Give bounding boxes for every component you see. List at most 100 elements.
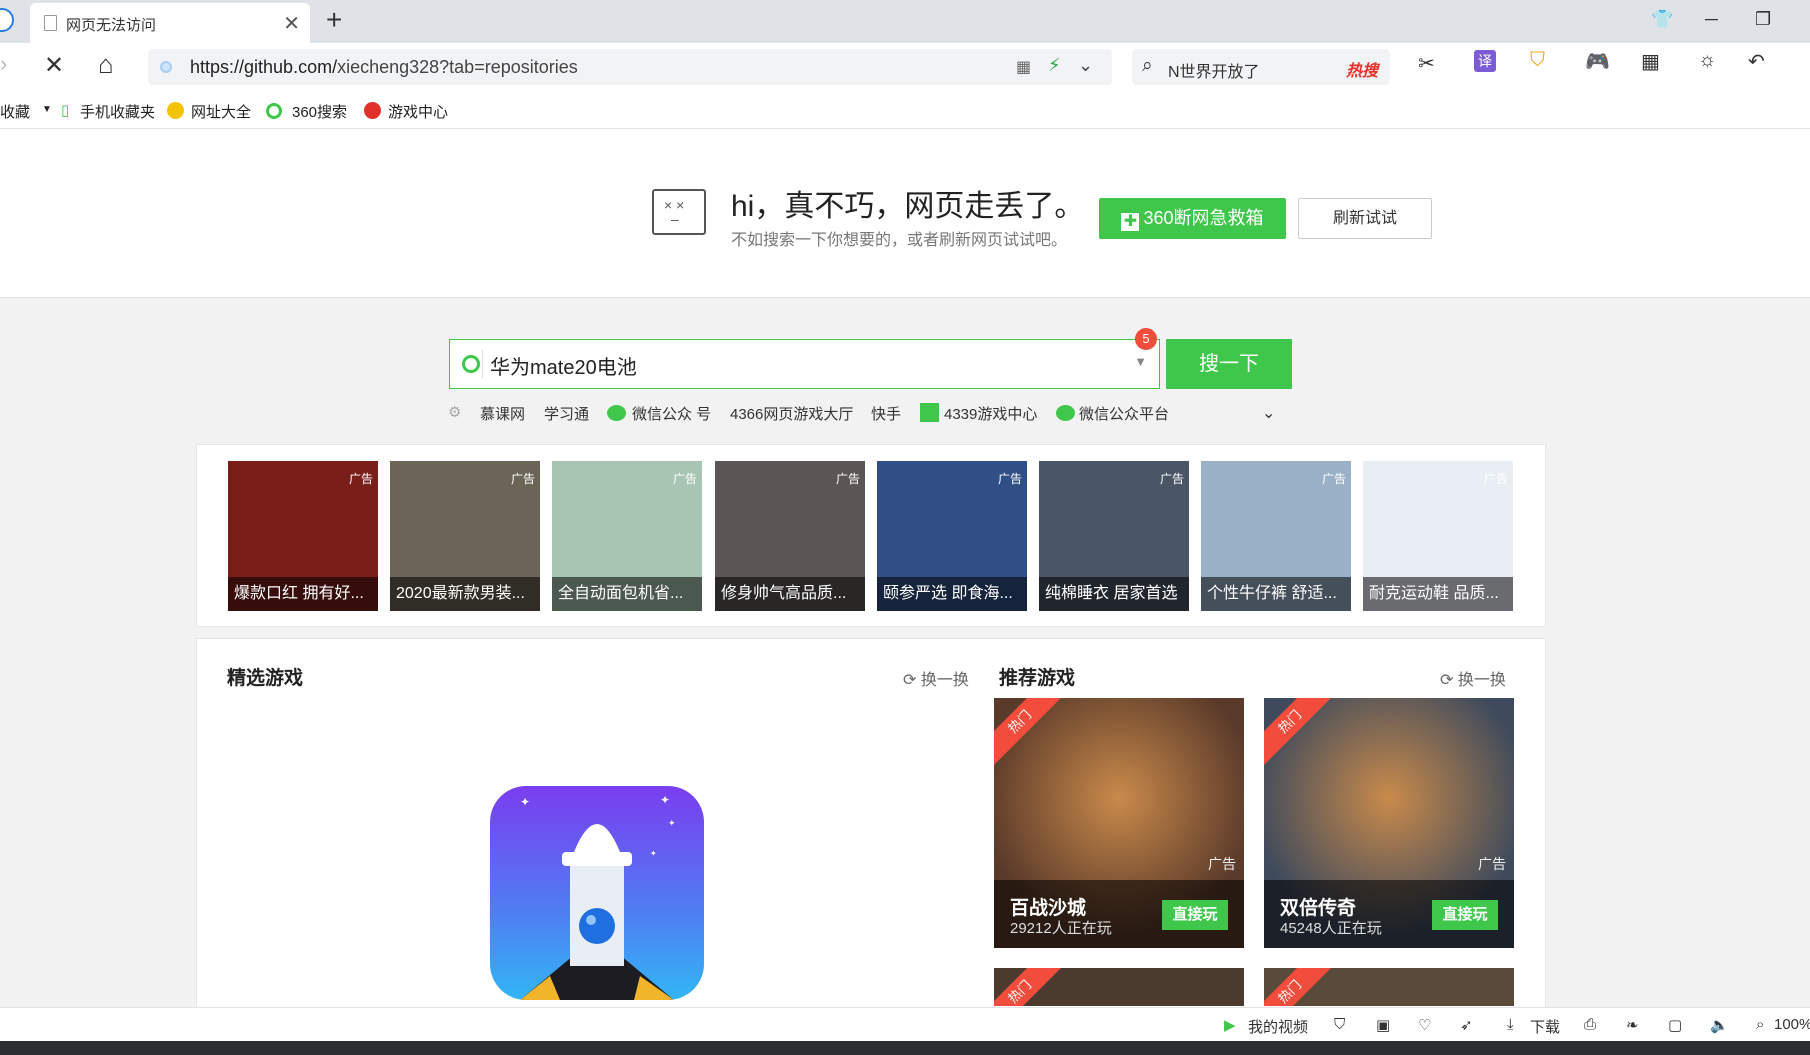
ad-caption: 颐参严选 即食海...	[877, 577, 1027, 611]
url-text[interactable]: https://github.com/xiecheng328?tab=repos…	[190, 57, 578, 78]
svg-text:✦: ✦	[660, 793, 670, 807]
quick-link[interactable]: 4339游戏中心	[944, 403, 1037, 424]
wechat-icon	[1056, 405, 1075, 421]
active-tab[interactable]: 网页无法访问 ✕	[30, 3, 310, 43]
top-search-box[interactable]: ⌕ N世界开放了 热搜	[1132, 49, 1390, 85]
download-icon[interactable]: ⤓	[1507, 1016, 1514, 1033]
search-button[interactable]: 搜一下	[1166, 339, 1292, 389]
bookmark-gamecenter[interactable]: 游戏中心	[388, 101, 448, 122]
shield-icon[interactable]: ⛉	[1530, 49, 1545, 72]
search-query[interactable]: 华为mate20电池	[490, 351, 637, 380]
os-taskbar	[0, 1041, 1810, 1055]
scissors-icon[interactable]: ✂	[1418, 51, 1435, 76]
ad-tile[interactable]: 广告 爆款口红 拥有好...	[228, 461, 378, 611]
featured-game-icon[interactable]: ✦ ✦ ✦ ✦	[490, 786, 704, 1000]
ad-tag: 广告	[835, 472, 860, 486]
game-name: 百战沙城	[1010, 898, 1087, 919]
translate-icon[interactable]: 译	[1474, 50, 1496, 72]
quick-link[interactable]: 4366网页游戏大厅	[730, 403, 853, 424]
my-video-link[interactable]: 我的视频	[1248, 1016, 1308, 1037]
settings-icon[interactable]: ⚙	[448, 403, 461, 421]
hot-ribbon: 热门	[994, 968, 1064, 1006]
play-now-button[interactable]: 直接玩	[1162, 900, 1228, 930]
heart-rate-icon[interactable]: ♡	[1418, 1016, 1431, 1034]
ad-caption: 个性牛仔裤 舒适...	[1201, 577, 1351, 611]
chevron-down-icon[interactable]: ⌄	[1078, 55, 1093, 76]
recommended-games-title: 推荐游戏	[999, 668, 1076, 689]
qr-code-icon[interactable]: ▦	[1016, 57, 1031, 77]
swap-featured-button[interactable]: ⟳ 换一换	[903, 666, 969, 690]
network-rescue-button[interactable]: ✚ 360断网急救箱	[1099, 198, 1286, 239]
home-icon[interactable]: ⌂	[98, 49, 114, 80]
zoom-level[interactable]: 100%	[1774, 1016, 1810, 1033]
image-icon[interactable]: ▣	[1376, 1016, 1390, 1034]
bookmark-nav[interactable]: 网址大全	[191, 101, 251, 122]
hot-ribbon: 热门	[1264, 698, 1334, 766]
forward-icon[interactable]: ›	[0, 51, 7, 77]
ad-tile[interactable]: 广告 颐参严选 即食海...	[877, 461, 1027, 611]
game-card[interactable]: 热门 广告 百战沙城 29212人正在玩 直接玩	[994, 698, 1244, 948]
ad-tile[interactable]: 广告 全自动面包机省...	[552, 461, 702, 611]
refresh-button[interactable]: 刷新试试	[1298, 198, 1432, 239]
brightness-icon[interactable]: ☼	[1698, 49, 1716, 72]
volume-icon[interactable]: 🔈	[1710, 1016, 1729, 1034]
window-icon[interactable]: ▢	[1668, 1016, 1682, 1034]
restore-button[interactable]: ❐	[1755, 9, 1771, 30]
hot-search-label[interactable]: 热搜	[1346, 57, 1378, 81]
ad-tile[interactable]: 广告 纯棉睡衣 居家首选	[1039, 461, 1189, 611]
ad-tag: 广告	[1483, 472, 1508, 486]
apps-grid-icon[interactable]: ▦	[1641, 49, 1660, 74]
speed-icon[interactable]: ⚡	[1048, 55, 1061, 76]
svg-text:✦: ✦	[520, 795, 530, 809]
quick-link[interactable]: 微信公众平台	[1079, 403, 1169, 424]
swap-recommended-button[interactable]: ⟳ 换一换	[1440, 666, 1506, 690]
address-bar[interactable]: https://github.com/xiecheng328?tab=repos…	[148, 49, 1112, 85]
address-toolbar: › ✕ ⌂ https://github.com/xiecheng328?tab…	[0, 43, 1810, 93]
quick-link[interactable]: 微信公众 号	[632, 403, 711, 424]
hot-ribbon: 热门	[1264, 968, 1334, 1006]
document-icon	[44, 15, 57, 31]
game-card[interactable]: 热门 广告 双倍传奇 45248人正在玩 直接玩	[1264, 698, 1514, 948]
bookmark-favorites[interactable]: 收藏	[0, 101, 30, 122]
zoom-icon: ⌕	[1756, 1016, 1765, 1033]
new-tab-button[interactable]: +	[326, 4, 342, 36]
printer-icon[interactable]: ⎙	[1584, 1016, 1596, 1033]
game-card-partial[interactable]: 热门	[1264, 968, 1514, 1006]
ad-tag: 广告	[1321, 472, 1346, 486]
security-shield-icon[interactable]: ⛉	[1334, 1016, 1345, 1033]
play-now-button[interactable]: 直接玩	[1432, 900, 1498, 930]
undo-icon[interactable]: ↶	[1748, 49, 1765, 74]
rocket-icon[interactable]: ➶	[1460, 1016, 1473, 1034]
game-card-partial[interactable]: 热门	[994, 968, 1244, 1006]
close-tab-icon[interactable]: ✕	[283, 11, 300, 36]
video-play-icon: ▶	[1224, 1017, 1236, 1034]
history-dropdown-icon[interactable]: ▼	[1134, 354, 1147, 369]
chevron-down-icon[interactable]: ⌄	[1262, 403, 1275, 423]
status-bar: ▶ 我的视频 ⛉ ▣ ♡ ➶ ⤓ 下载 ⎙ ❧ ▢ 🔈 ⌕ 100%	[0, 1007, 1810, 1041]
player-count: 45248人正在玩	[1280, 920, 1382, 937]
game-center-icon	[364, 102, 381, 119]
360-logo-icon	[462, 355, 480, 373]
minimize-button[interactable]: ─	[1705, 9, 1718, 30]
ad-tile[interactable]: 广告 耐克运动鞋 品质...	[1363, 461, 1513, 611]
bookmark-360search[interactable]: 360搜索	[292, 101, 347, 122]
quick-link[interactable]: 学习通	[544, 403, 589, 424]
ad-tag: 广告	[510, 472, 535, 486]
ad-caption: 修身帅气高品质...	[715, 577, 865, 611]
bookmark-mobile[interactable]: 手机收藏夹	[80, 101, 155, 122]
game-icon[interactable]: 🎮	[1585, 49, 1610, 74]
quick-link[interactable]: 慕课网	[480, 403, 525, 424]
ad-tile[interactable]: 广告 2020最新款男装...	[390, 461, 540, 611]
rescue-label: 360断网急救箱	[1143, 208, 1264, 228]
ad-tile[interactable]: 广告个性牛仔裤 舒适...	[1201, 461, 1351, 611]
game-name: 双倍传奇	[1280, 898, 1357, 919]
download-link[interactable]: 下载	[1530, 1016, 1560, 1037]
browser-logo-icon[interactable]	[0, 8, 14, 32]
leaf-icon[interactable]: ❧	[1626, 1016, 1639, 1034]
dropdown-arrow-icon[interactable]: ▼	[42, 104, 52, 115]
stop-loading-icon[interactable]: ✕	[44, 51, 64, 80]
main-search-box[interactable]: 华为mate20电池 ▼	[449, 339, 1160, 389]
quick-link[interactable]: 快手	[871, 403, 901, 424]
ad-tile[interactable]: 广告修身帅气高品质...	[715, 461, 865, 611]
skin-icon[interactable]: 👕	[1651, 9, 1673, 30]
